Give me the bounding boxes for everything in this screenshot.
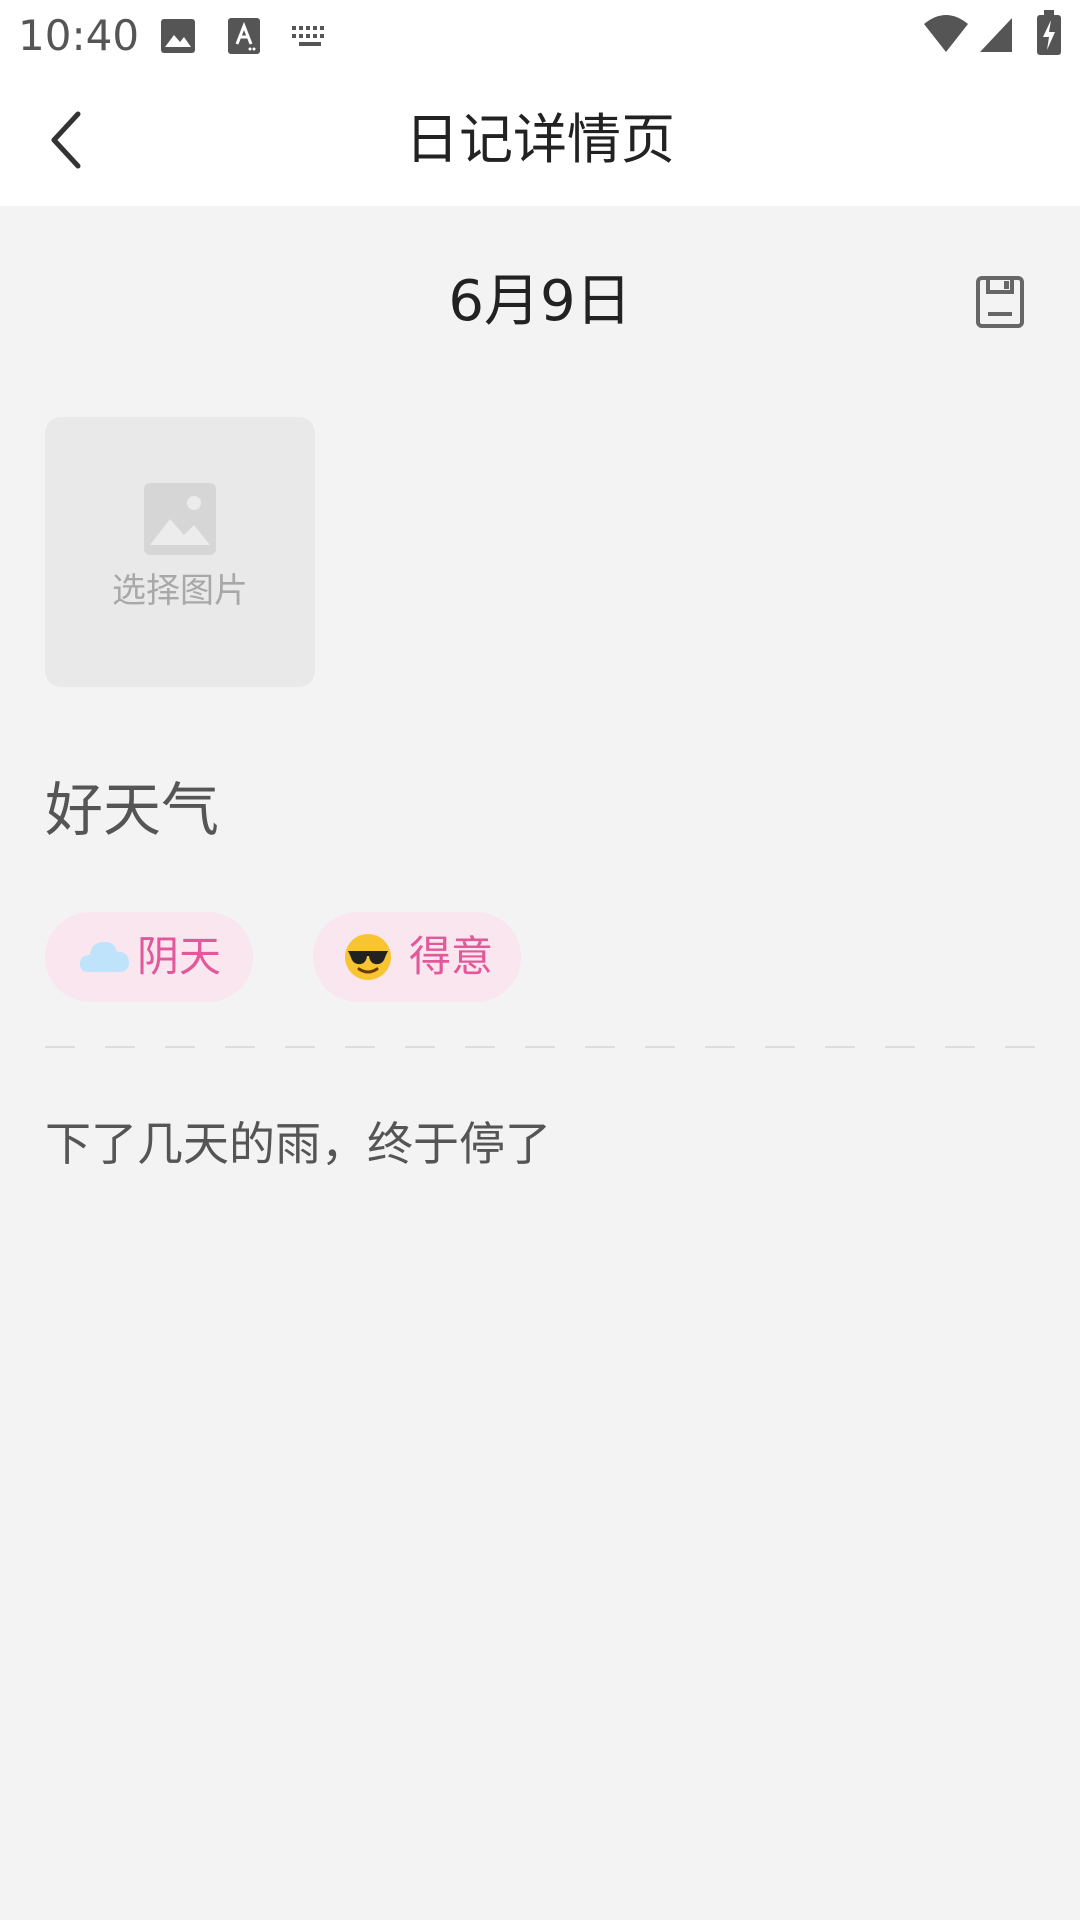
dashed-divider [45,1046,1035,1048]
image-picker-button[interactable]: 选择图片 [45,417,315,687]
signal-icon [980,18,1012,52]
mood-tag-label: 得意 [408,932,493,981]
text-a-icon [228,18,260,54]
status-time: 10:40 [18,11,140,60]
battery-charging-icon [1037,10,1061,55]
entry-title[interactable]: 好天气 [45,770,219,850]
sunglasses-face-icon [344,934,391,980]
image-icon [161,19,195,53]
wifi-icon [924,15,968,52]
weather-tag-label: 阴天 [136,932,221,981]
floppy-save-icon [976,276,1024,328]
keyboard-icon [292,26,324,46]
weather-tag[interactable]: 阴天 [45,912,253,1002]
diary-date[interactable]: 6月9日 [0,262,1080,342]
image-placeholder-icon [144,483,216,555]
page-title: 日记详情页 [405,108,675,171]
mood-tag[interactable]: 得意 [313,912,521,1002]
save-button[interactable] [970,272,1030,332]
app-bar: 日记详情页 [0,72,1080,206]
cloud-icon [79,941,129,972]
entry-body[interactable]: 下了几天的雨，终于停了 [45,1108,1035,1180]
status-bar: 10:40 [0,0,1080,72]
image-picker-label: 选择图片 [112,571,248,611]
